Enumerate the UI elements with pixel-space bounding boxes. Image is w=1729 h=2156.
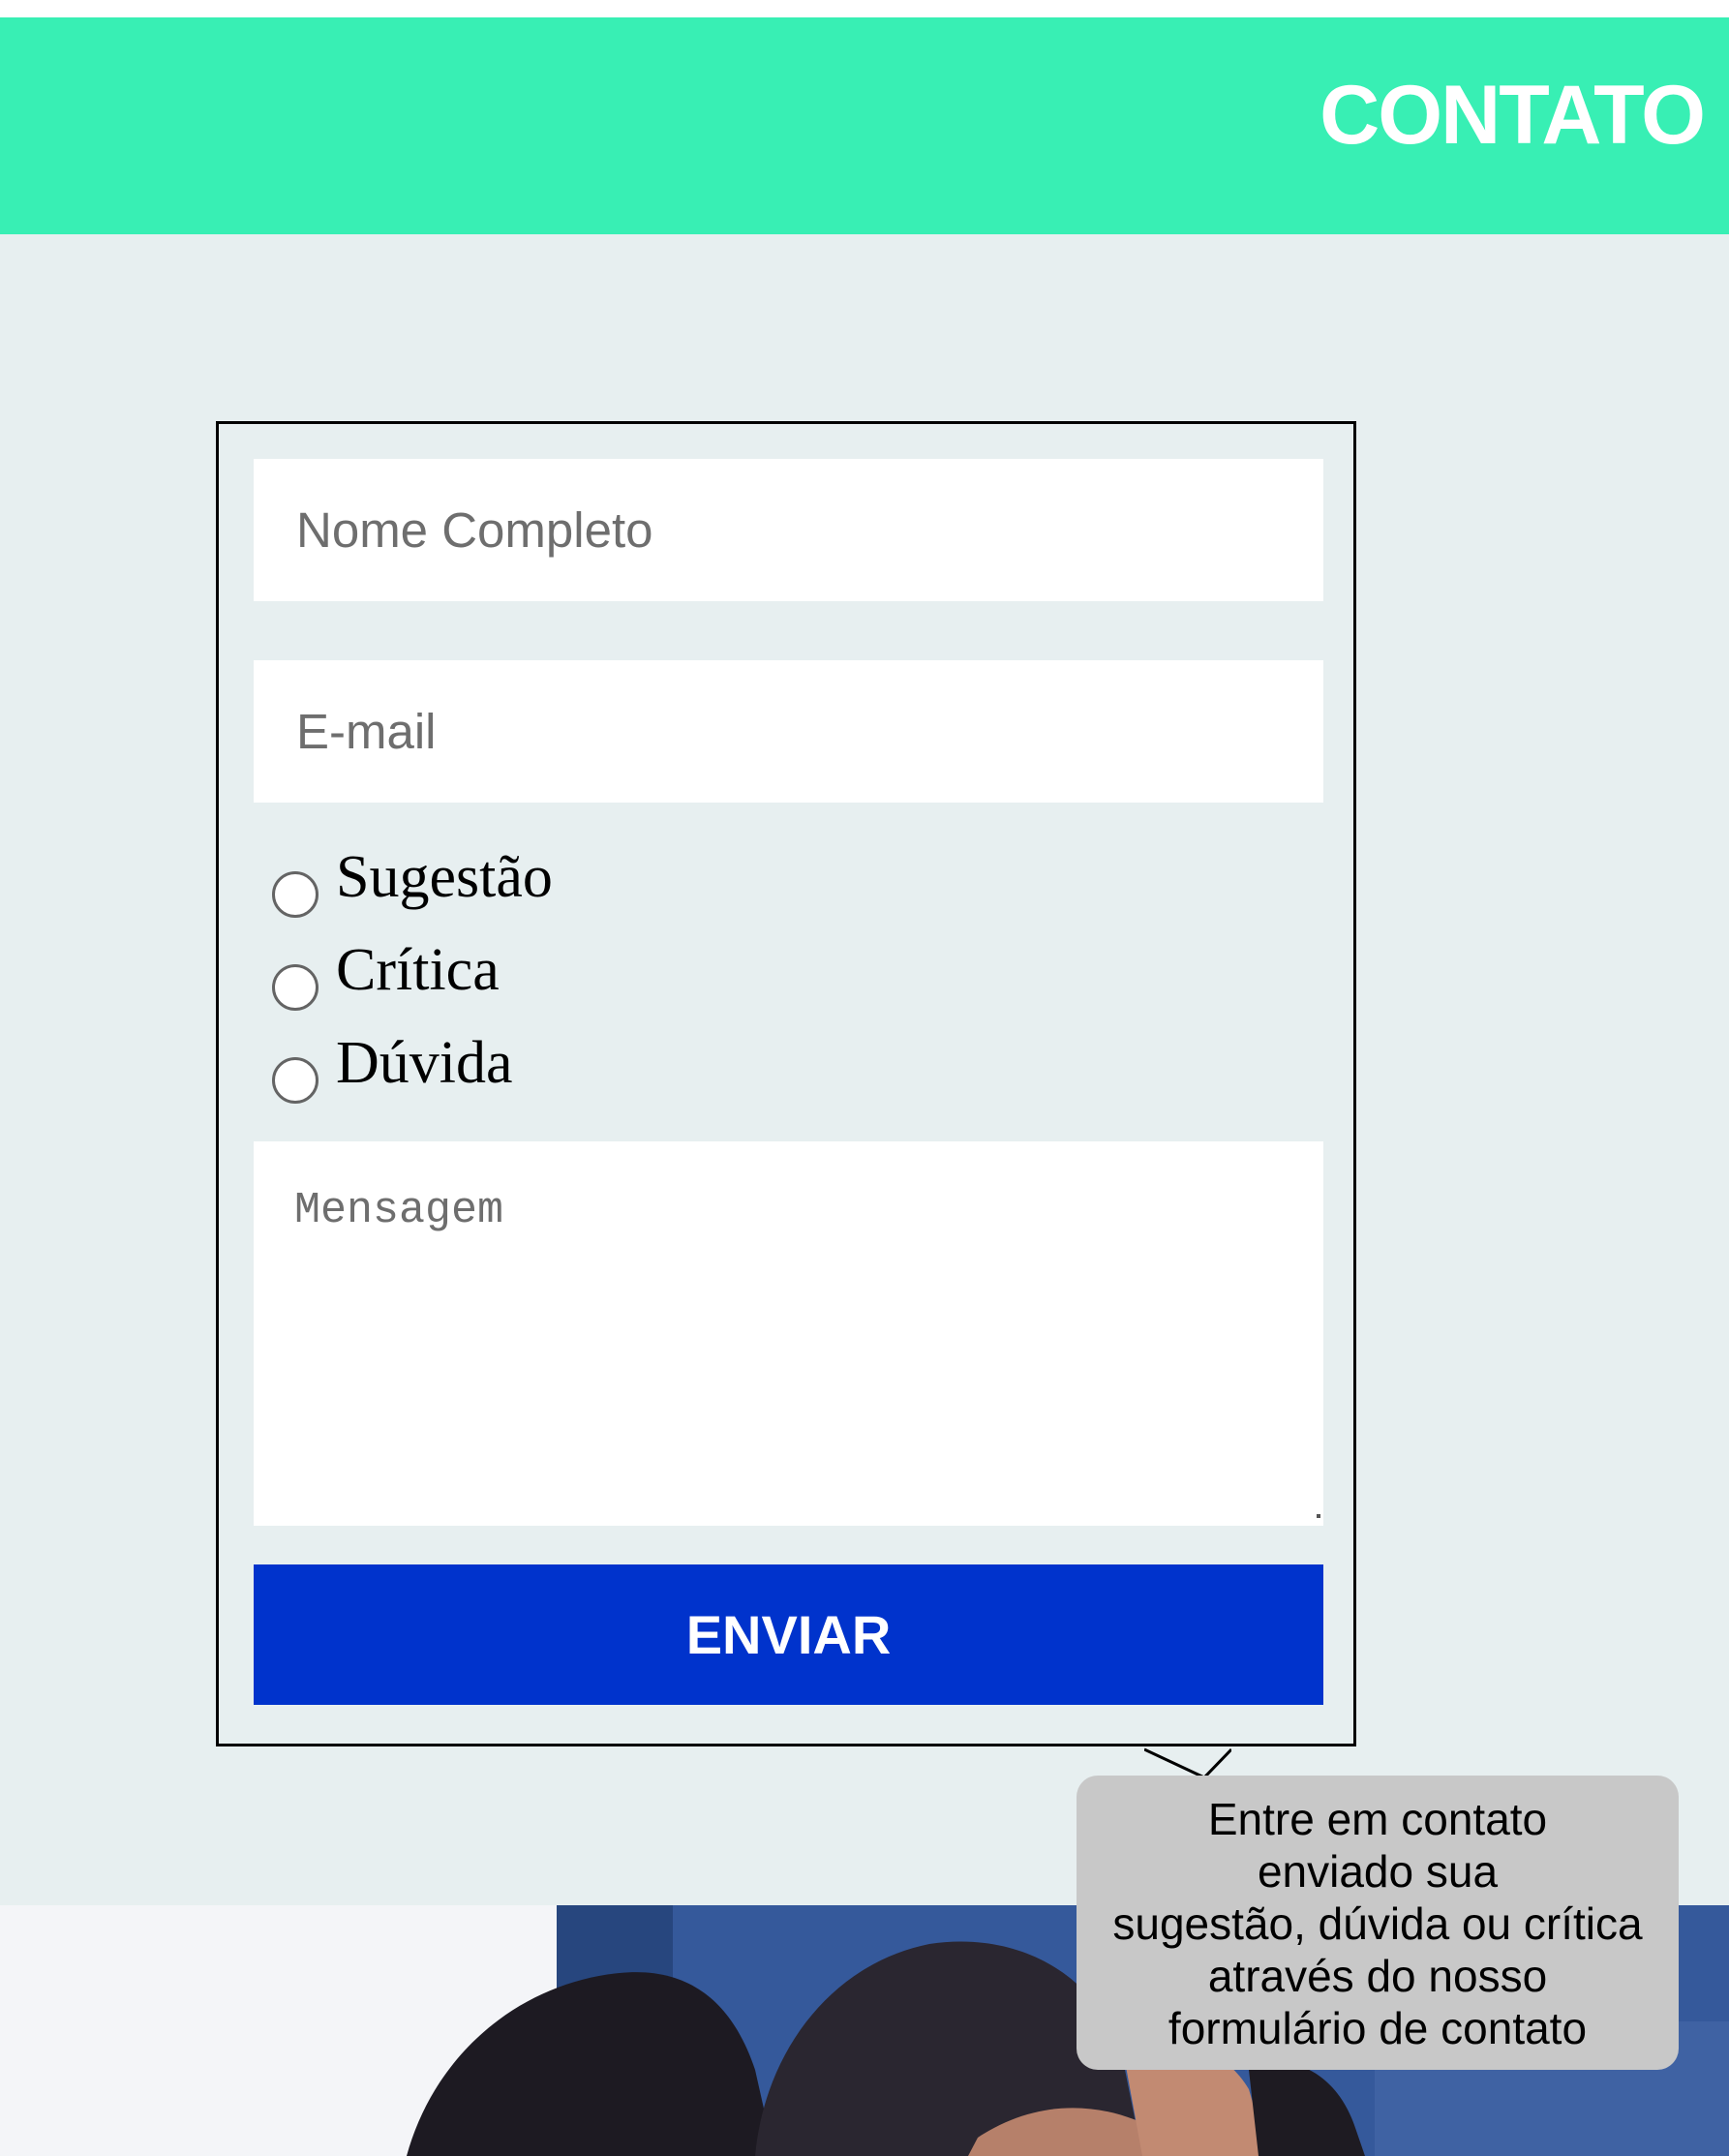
tooltip-line: Entre em contato bbox=[1207, 1794, 1548, 1844]
radio-label-sugestao[interactable]: Sugestão bbox=[336, 842, 553, 912]
full-name-input[interactable] bbox=[254, 459, 1323, 601]
radio-button-critica[interactable] bbox=[272, 964, 318, 1011]
radio-option-critica[interactable]: Crítica bbox=[272, 935, 756, 1013]
page-header: CONTATO bbox=[0, 17, 1729, 234]
tooltip-line: formulário de contato bbox=[1168, 2003, 1588, 2053]
page-title: CONTATO bbox=[1320, 69, 1706, 162]
radio-option-duvida[interactable]: Dúvida bbox=[272, 1028, 756, 1106]
radio-button-duvida[interactable] bbox=[272, 1057, 318, 1104]
radio-label-critica[interactable]: Crítica bbox=[336, 935, 500, 1005]
radio-label-duvida[interactable]: Dúvida bbox=[336, 1028, 513, 1098]
radio-button-sugestao[interactable] bbox=[272, 871, 318, 918]
email-input[interactable] bbox=[254, 660, 1323, 803]
tooltip-line: através do nosso bbox=[1207, 1951, 1548, 2001]
resize-handle-icon[interactable] bbox=[1317, 1514, 1320, 1518]
submit-button[interactable]: ENVIAR bbox=[254, 1564, 1323, 1705]
tooltip-line: enviado sua bbox=[1257, 1846, 1499, 1897]
radio-option-sugestao[interactable]: Sugestão bbox=[272, 842, 756, 920]
contact-tooltip: Entre em contato enviado sua sugestão, d… bbox=[1077, 1776, 1679, 2070]
contact-form: Sugestão Crítica Dúvida ENVIAR bbox=[216, 421, 1356, 1746]
tooltip-line: sugestão, dúvida ou crítica bbox=[1112, 1898, 1643, 1949]
message-textarea[interactable] bbox=[254, 1141, 1323, 1526]
